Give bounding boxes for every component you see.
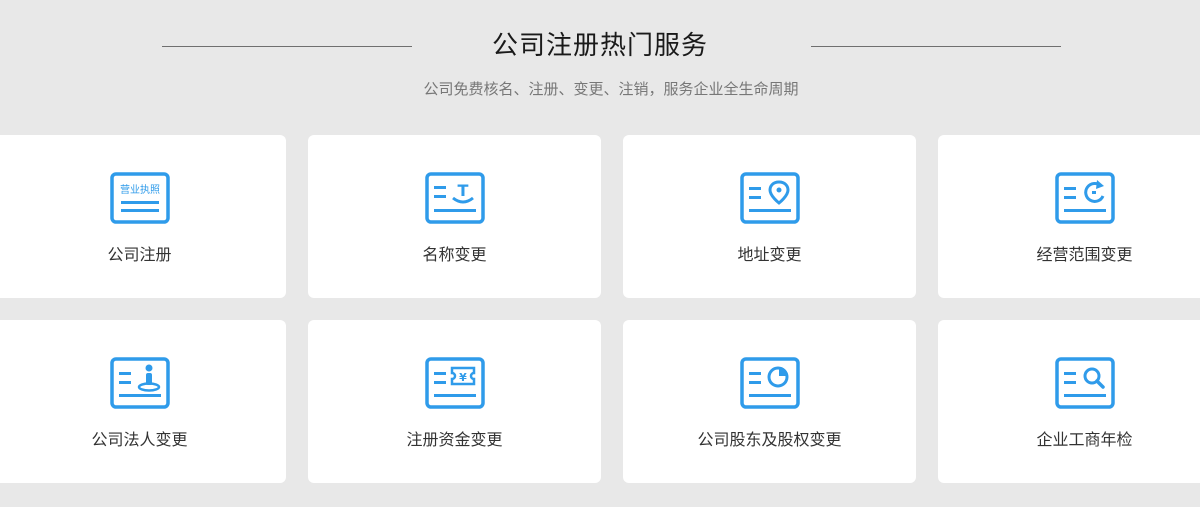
service-label: 公司股东及股权变更: [697, 430, 842, 449]
service-card-registered-capital-change[interactable]: ¥ 注册资金变更: [308, 320, 601, 483]
service-card-business-scope-change[interactable]: 经营范围变更: [938, 135, 1200, 298]
svg-text:¥: ¥: [459, 371, 467, 384]
service-card-shareholder-equity-change[interactable]: 公司股东及股权变更: [623, 320, 916, 483]
service-label: 公司注册: [107, 245, 172, 264]
service-label: 地址变更: [737, 245, 802, 264]
refresh-cycle-icon: [1054, 172, 1115, 224]
pie-chart-icon: [739, 357, 800, 409]
section-subtitle: 公司免费核名、注册、变更、注销，服务企业全生命周期: [423, 80, 799, 98]
svg-text:营业执照: 营业执照: [120, 183, 160, 196]
section-title: 公司注册热门服务: [491, 31, 708, 61]
service-label: 名称变更: [422, 245, 487, 264]
name-stamp-icon: T: [424, 172, 485, 224]
service-card-address-change[interactable]: 地址变更: [623, 135, 916, 298]
service-card-name-change[interactable]: T 名称变更: [308, 135, 601, 298]
section-header: 公司注册热门服务 公司免费核名、注册、变更、注销，服务企业全生命周期: [0, 0, 1200, 110]
service-card-annual-inspection[interactable]: 企业工商年检: [938, 320, 1200, 483]
service-label: 注册资金变更: [406, 430, 503, 449]
service-label: 公司法人变更: [91, 430, 188, 449]
capital-ticket-icon: ¥: [424, 357, 485, 409]
service-label: 企业工商年检: [1036, 430, 1133, 449]
legal-person-icon: [109, 357, 170, 409]
business-license-icon: 营业执照: [109, 172, 170, 224]
location-pin-icon: [739, 172, 800, 224]
service-card-legal-person-change[interactable]: 公司法人变更: [0, 320, 286, 483]
svg-text:T: T: [457, 181, 468, 200]
service-label: 经营范围变更: [1036, 245, 1133, 264]
service-card-company-registration[interactable]: 营业执照 公司注册: [0, 135, 286, 298]
magnifier-inspect-icon: [1054, 357, 1115, 409]
